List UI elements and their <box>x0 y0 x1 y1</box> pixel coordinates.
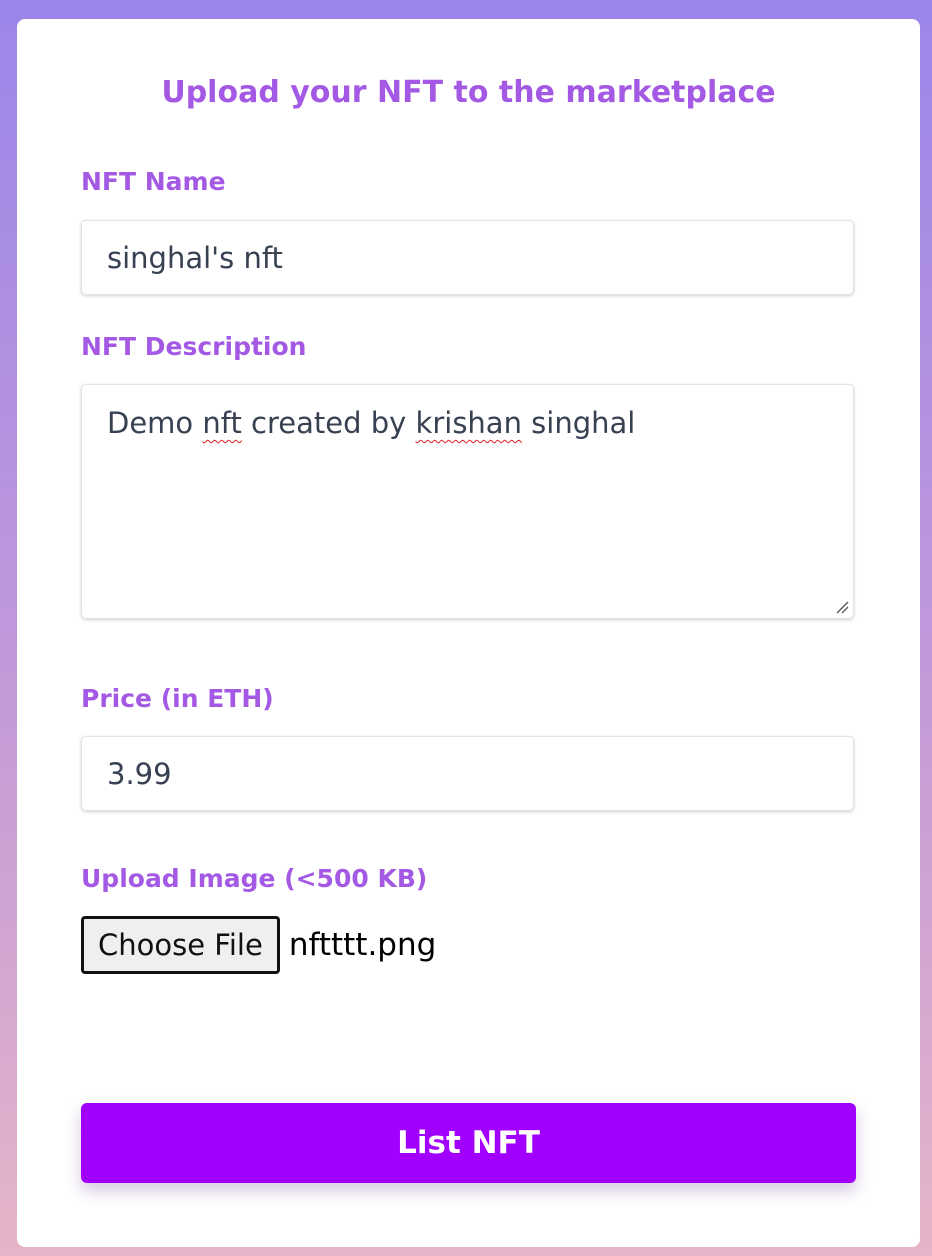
page-title: Upload your NFT to the marketplace <box>161 75 776 110</box>
description-text-misspelled-1: nft <box>202 406 242 440</box>
description-text-1: Demo <box>107 406 203 440</box>
resize-grip-icon[interactable] <box>835 600 849 614</box>
choose-file-button[interactable]: Choose File <box>81 916 280 974</box>
price-value: 3.99 <box>107 757 172 791</box>
description-text-3: singhal <box>521 406 636 440</box>
nft-description-label: NFT Description <box>81 332 307 361</box>
list-nft-button[interactable]: List NFT <box>81 1103 856 1183</box>
price-input[interactable]: 3.99 <box>81 736 854 811</box>
nft-name-input[interactable]: singhal's nft <box>81 220 854 295</box>
nft-description-textarea[interactable]: Demo nft created by krishan singhal <box>81 384 854 619</box>
upload-nft-card: Upload your NFT to the marketplace NFT N… <box>17 19 920 1247</box>
nft-name-label: NFT Name <box>81 167 226 196</box>
nft-name-value: singhal's nft <box>107 241 283 275</box>
upload-image-label: Upload Image (<500 KB) <box>81 864 428 893</box>
price-label: Price (in ETH) <box>81 684 274 713</box>
selected-file-name: nftttt.png <box>288 927 437 963</box>
file-input: Choose File nftttt.png <box>81 916 436 974</box>
description-text-2: created by <box>241 406 416 440</box>
description-text-misspelled-2: krishan <box>415 406 522 440</box>
